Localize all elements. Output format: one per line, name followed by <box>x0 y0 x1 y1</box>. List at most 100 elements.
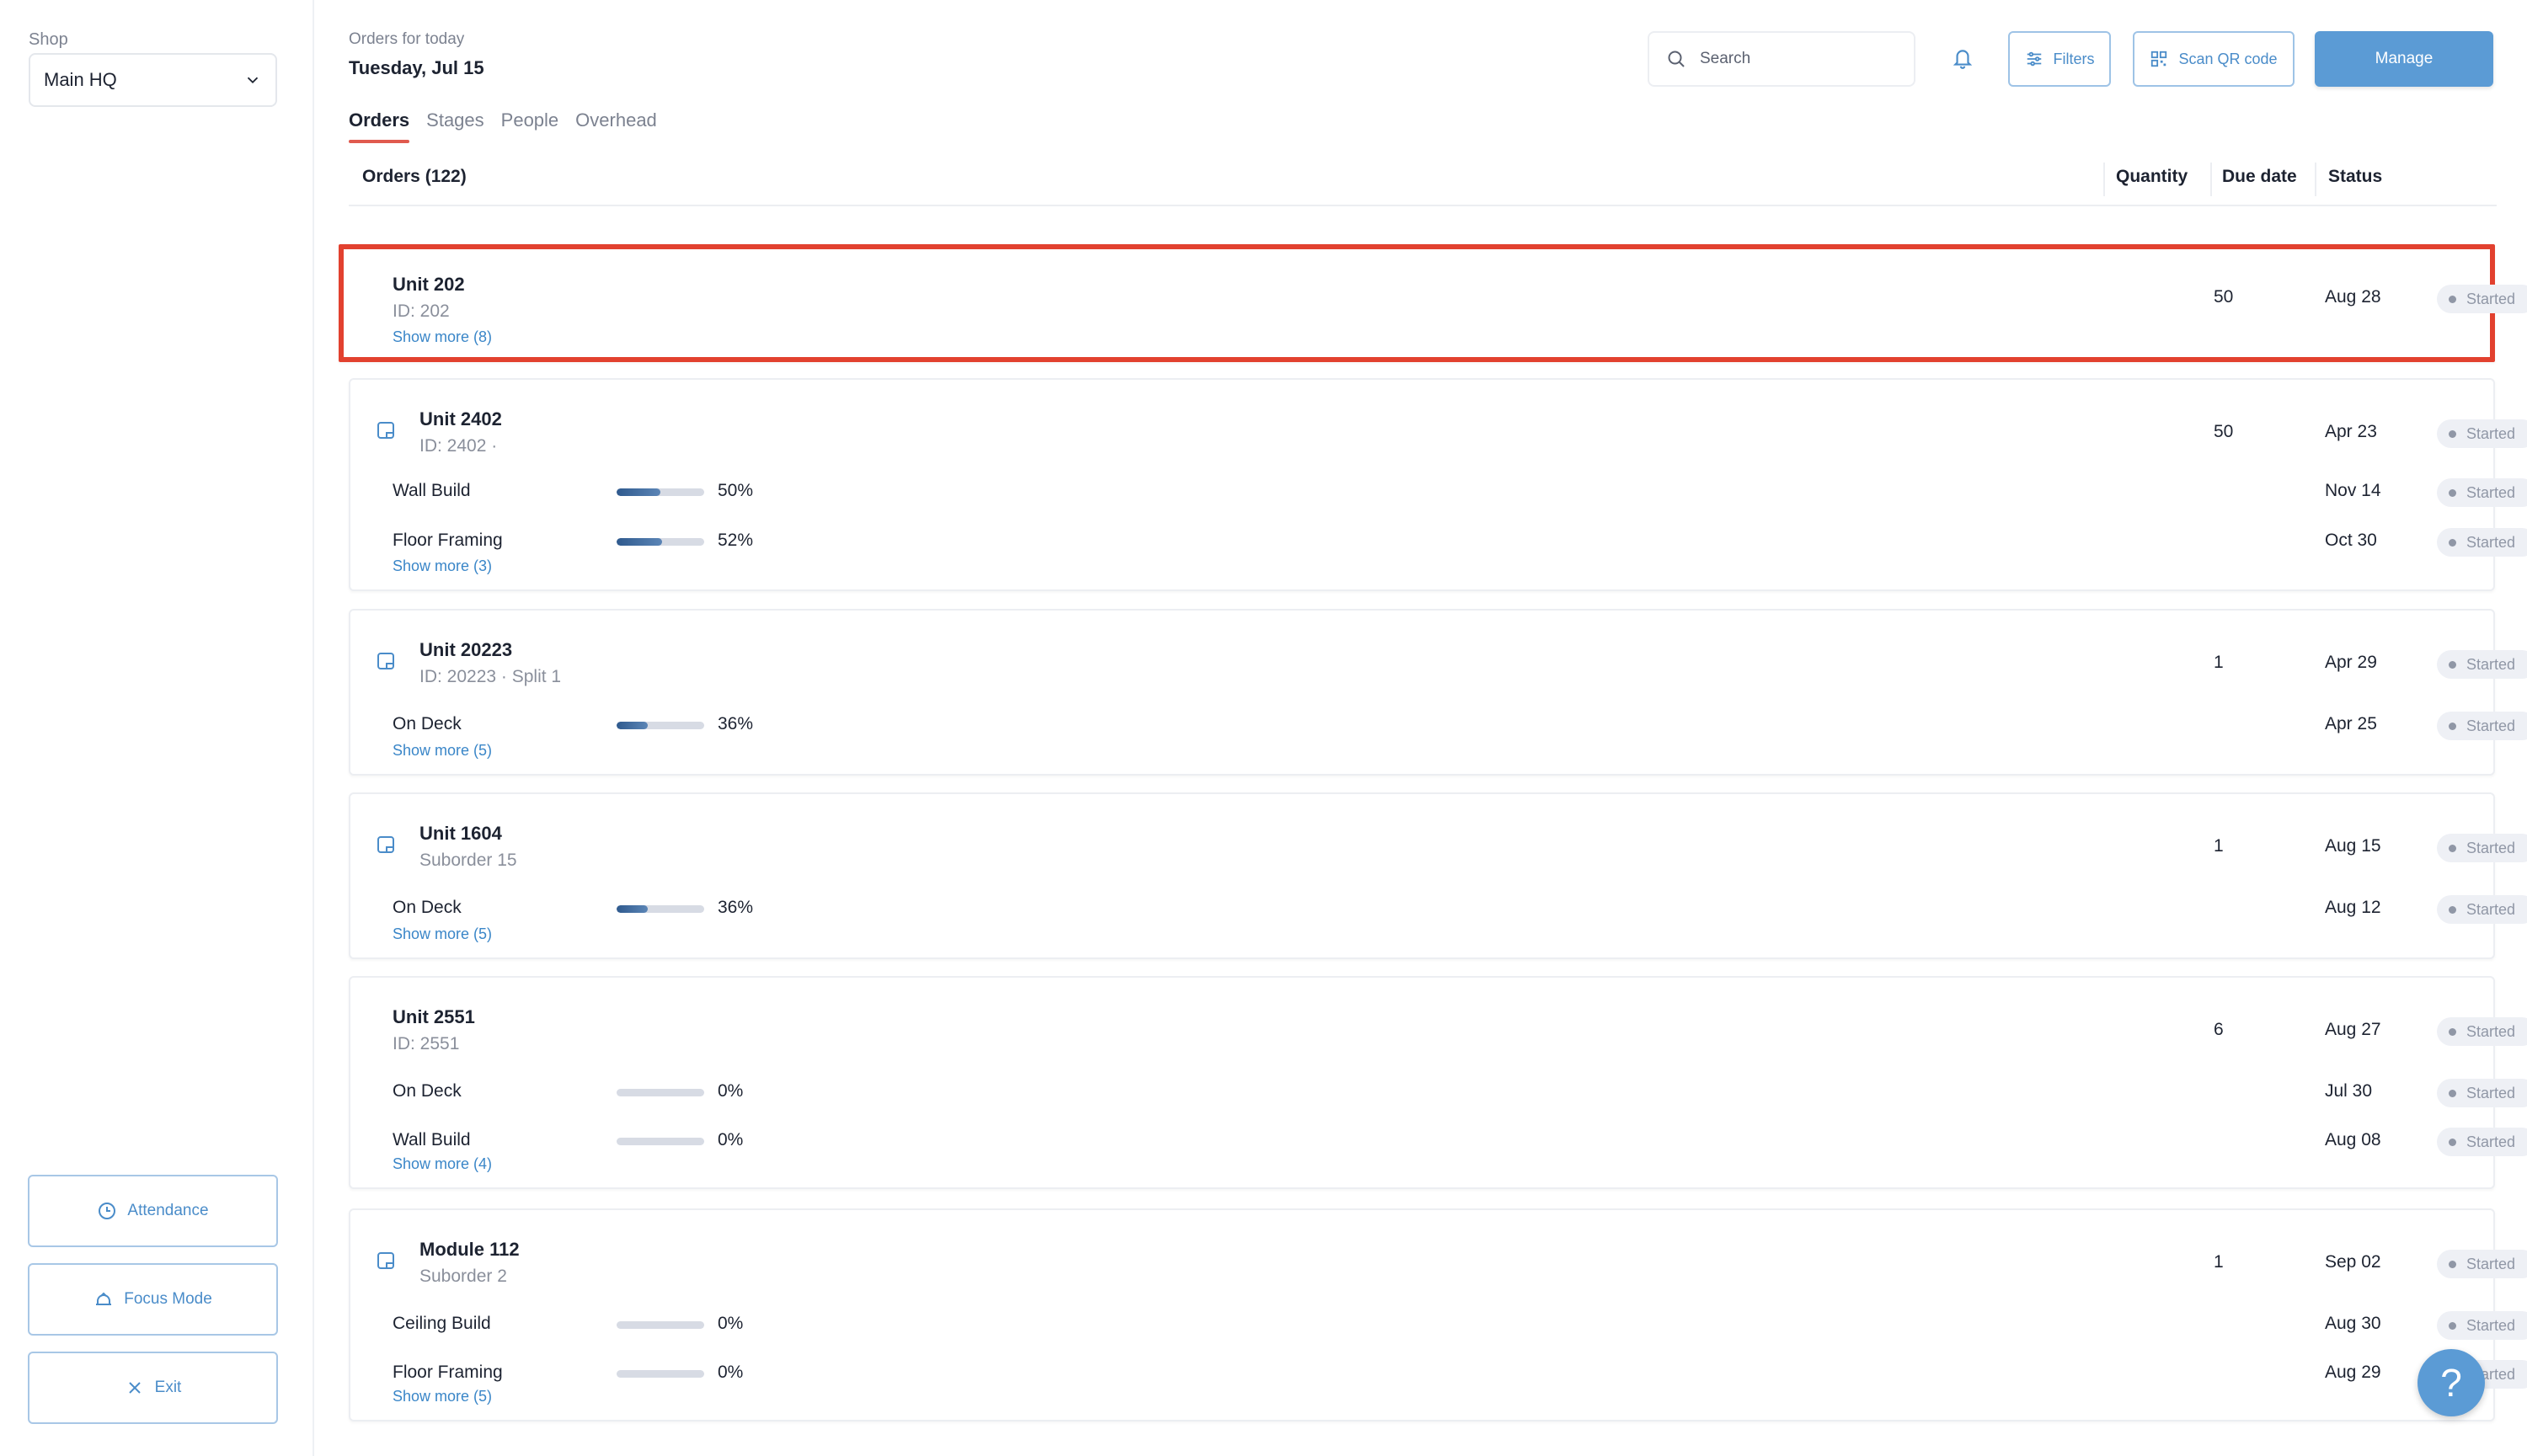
tab-orders[interactable]: Orders <box>349 109 410 143</box>
show-more-link[interactable]: Show more (5) <box>393 742 492 760</box>
header-subtitle: Orders for today <box>349 30 465 48</box>
order-quantity: 1 <box>2214 653 2224 672</box>
tab-stages[interactable]: Stages <box>426 109 484 143</box>
attendance-button[interactable]: Attendance <box>28 1175 278 1247</box>
order-id: ID: 2402 · <box>419 436 498 456</box>
bell-icon[interactable] <box>1952 46 1974 70</box>
order-card[interactable]: Unit 202 ID: 202 50 Aug 28 Started Show more … <box>339 244 2527 362</box>
status-dot <box>2449 660 2456 669</box>
progress-bar <box>617 1089 704 1096</box>
exit-button[interactable]: Exit <box>28 1352 278 1424</box>
status-label: Started <box>2466 1133 2516 1150</box>
progress-bar <box>617 1370 704 1378</box>
order-name[interactable]: Unit 2551 <box>393 1006 475 1028</box>
order-quantity: 50 <box>2214 287 2234 307</box>
stage-status-badge: Started <box>2437 528 2527 557</box>
order-card[interactable]: Unit 1604 Suborder 15 1 Aug 15 Started On Dec… <box>349 792 2527 959</box>
progress-bar <box>617 1321 704 1329</box>
stage-status-badge: Started <box>2437 478 2527 507</box>
stage-due-date: Aug 29 <box>2325 1363 2381 1382</box>
order-card[interactable]: Module 112 Suborder 2 1 Sep 02 Started Ceilin… <box>349 1208 2527 1421</box>
column-header-status[interactable]: Status <box>2328 167 2382 187</box>
order-card[interactable]: Unit 20223 ID: 20223 · Split 1 1 Apr 29 Star… <box>349 609 2527 776</box>
stage-percent: 0% <box>718 1130 744 1149</box>
tab-people[interactable]: People <box>501 109 559 143</box>
order-card[interactable]: Unit 2402 ID: 2402 · 50 Apr 23 Started Wall B… <box>349 378 2527 591</box>
order-id: ID: 20223 · Split 1 <box>419 667 562 686</box>
document-icon <box>376 651 396 671</box>
stage-name: Wall Build <box>393 1130 471 1149</box>
column-divider <box>2315 163 2316 196</box>
stage-percent: 36% <box>718 898 754 917</box>
scan-qr-button[interactable]: Scan QR code <box>2133 31 2295 87</box>
order-card[interactable]: Unit 2551 ID: 2551 6 Aug 27 Started On Deck 0%… <box>349 976 2527 1189</box>
order-name[interactable]: Unit 202 <box>393 274 465 296</box>
stage-name: Wall Build <box>393 481 471 500</box>
search-input[interactable] <box>1700 50 1894 68</box>
status-dot <box>2449 844 2456 852</box>
focus-mode-button[interactable]: Focus Mode <box>28 1263 278 1336</box>
document-icon <box>376 420 396 440</box>
status-badge: Started <box>2437 1250 2527 1278</box>
shop-select[interactable]: Main HQ <box>29 53 277 107</box>
document-icon <box>376 835 396 855</box>
status-label: Started <box>2466 1316 2516 1334</box>
stage-status-badge: Started <box>2437 712 2527 740</box>
status-dot <box>2449 295 2456 303</box>
stage-name: On Deck <box>393 1081 462 1101</box>
progress-fill <box>617 722 649 729</box>
stage-percent: 0% <box>718 1363 744 1382</box>
status-badge: Started <box>2437 1017 2527 1046</box>
help-button[interactable]: ? <box>2417 1349 2485 1416</box>
show-more-link[interactable]: Show more (5) <box>393 1388 492 1405</box>
header-divider <box>349 205 2497 206</box>
column-header-due-date[interactable]: Due date <box>2222 167 2297 187</box>
exit-label: Exit <box>154 1379 182 1396</box>
status-dot <box>2449 1260 2456 1268</box>
status-label: Started <box>2466 483 2516 501</box>
order-name[interactable]: Unit 2402 <box>419 408 502 430</box>
progress-bar <box>617 722 704 729</box>
order-quantity: 1 <box>2214 836 2224 856</box>
stage-percent: 0% <box>718 1314 744 1333</box>
shop-label: Shop <box>29 30 68 49</box>
order-name[interactable]: Module 112 <box>419 1239 520 1261</box>
status-dot <box>2449 538 2456 547</box>
manage-button[interactable]: Manage <box>2315 31 2493 87</box>
order-due-date: Aug 15 <box>2325 836 2381 856</box>
stage-due-date: Oct 30 <box>2325 531 2377 550</box>
order-quantity: 6 <box>2214 1020 2224 1039</box>
progress-fill <box>617 538 663 546</box>
order-name[interactable]: Unit 20223 <box>419 639 512 661</box>
status-badge: Started <box>2437 285 2527 313</box>
column-divider <box>2103 163 2105 196</box>
status-dot <box>2449 429 2456 438</box>
stage-name: Ceiling Build <box>393 1314 491 1333</box>
show-more-link[interactable]: Show more (8) <box>393 328 492 346</box>
stage-name: Floor Framing <box>393 1363 503 1382</box>
status-badge: Started <box>2437 834 2527 862</box>
order-due-date: Aug 28 <box>2325 287 2381 307</box>
stage-status-badge: Started <box>2437 1311 2527 1340</box>
column-header-orders: Orders (122) <box>362 167 467 186</box>
clock-icon <box>99 1203 116 1219</box>
order-quantity: 50 <box>2214 422 2234 441</box>
show-more-link[interactable]: Show more (3) <box>393 557 492 575</box>
filters-button[interactable]: Filters <box>2008 31 2111 87</box>
show-more-link[interactable]: Show more (5) <box>393 925 492 943</box>
stage-due-date: Nov 14 <box>2325 481 2381 500</box>
order-name[interactable]: Unit 1604 <box>419 823 502 845</box>
stage-name: Floor Framing <box>393 531 503 550</box>
status-label: Started <box>2466 655 2516 673</box>
column-header-quantity[interactable]: Quantity <box>2116 167 2188 187</box>
status-label: Started <box>2466 839 2516 856</box>
qr-code-icon <box>2151 51 2167 67</box>
stage-due-date: Apr 25 <box>2325 714 2377 733</box>
order-due-date: Aug 27 <box>2325 1020 2381 1039</box>
tab-overhead[interactable]: Overhead <box>575 109 657 143</box>
search-box[interactable] <box>1648 31 1915 87</box>
status-badge: Started <box>2437 650 2527 679</box>
stage-status-badge: Started <box>2437 895 2527 924</box>
progress-bar <box>617 1138 704 1145</box>
show-more-link[interactable]: Show more (4) <box>393 1155 492 1173</box>
